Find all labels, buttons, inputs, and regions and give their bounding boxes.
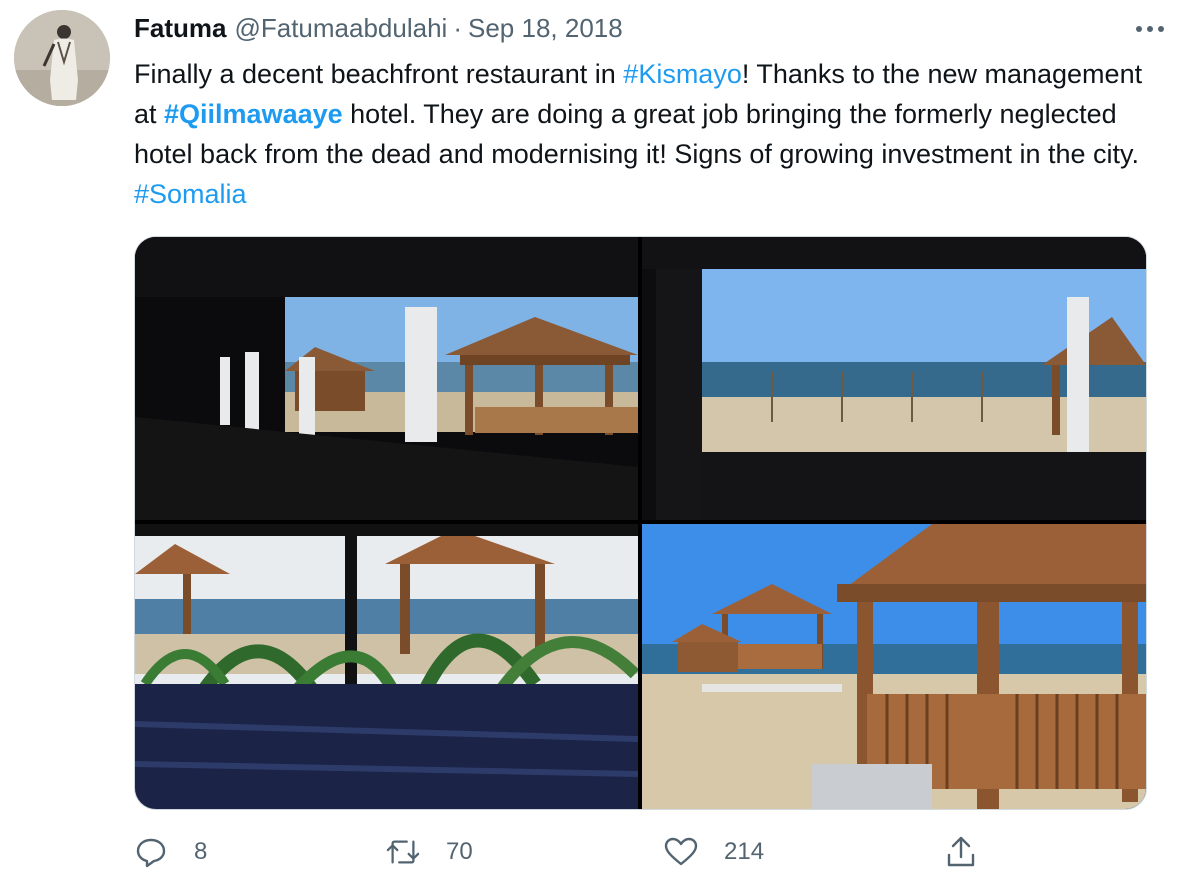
share-button[interactable] (944, 830, 1004, 874)
tweet-date[interactable]: Sep 18, 2018 (468, 13, 623, 44)
tweet-text-part: Finally a decent beachfront restaurant i… (134, 59, 624, 89)
tweet-text: Finally a decent beachfront restaurant i… (134, 54, 1144, 214)
reply-button[interactable]: 8 (134, 830, 207, 874)
author-name[interactable]: Fatuma (134, 13, 226, 44)
like-button[interactable]: 214 (664, 830, 764, 874)
retweet-button[interactable]: 70 (386, 830, 473, 874)
avatar[interactable] (14, 10, 110, 106)
photo-4[interactable] (642, 524, 1146, 809)
reply-icon (134, 835, 168, 869)
photo-gazebos-image (642, 524, 1146, 809)
photo-corridor-image (135, 237, 638, 520)
hashtag-kismayo[interactable]: #Kismayo (623, 59, 742, 89)
media-grid (134, 236, 1147, 810)
more-icon (1136, 26, 1164, 32)
retweet-count: 70 (446, 838, 473, 865)
like-count: 214 (724, 838, 765, 865)
tweet-header: Fatuma @Fatumaabdulahi · Sep 18, 2018 (134, 8, 623, 48)
photo-beach-image (642, 237, 1146, 520)
meta-separator: · (453, 12, 462, 43)
heart-icon (664, 835, 698, 869)
photo-1[interactable] (135, 237, 638, 520)
action-bar: 8 70 214 (134, 830, 1144, 874)
more-button[interactable] (1130, 14, 1170, 44)
photo-3[interactable] (135, 524, 638, 809)
author-handle[interactable]: @Fatumaabdulahi (234, 13, 447, 44)
photo-2[interactable] (642, 237, 1146, 520)
avatar-image (14, 10, 110, 106)
retweet-icon (386, 835, 420, 869)
share-icon (944, 835, 978, 869)
photo-plants-image (135, 524, 638, 809)
hashtag-qiilmawaaye[interactable]: #Qiilmawaaye (164, 99, 343, 129)
hashtag-somalia[interactable]: #Somalia (134, 179, 247, 209)
reply-count: 8 (194, 838, 208, 865)
